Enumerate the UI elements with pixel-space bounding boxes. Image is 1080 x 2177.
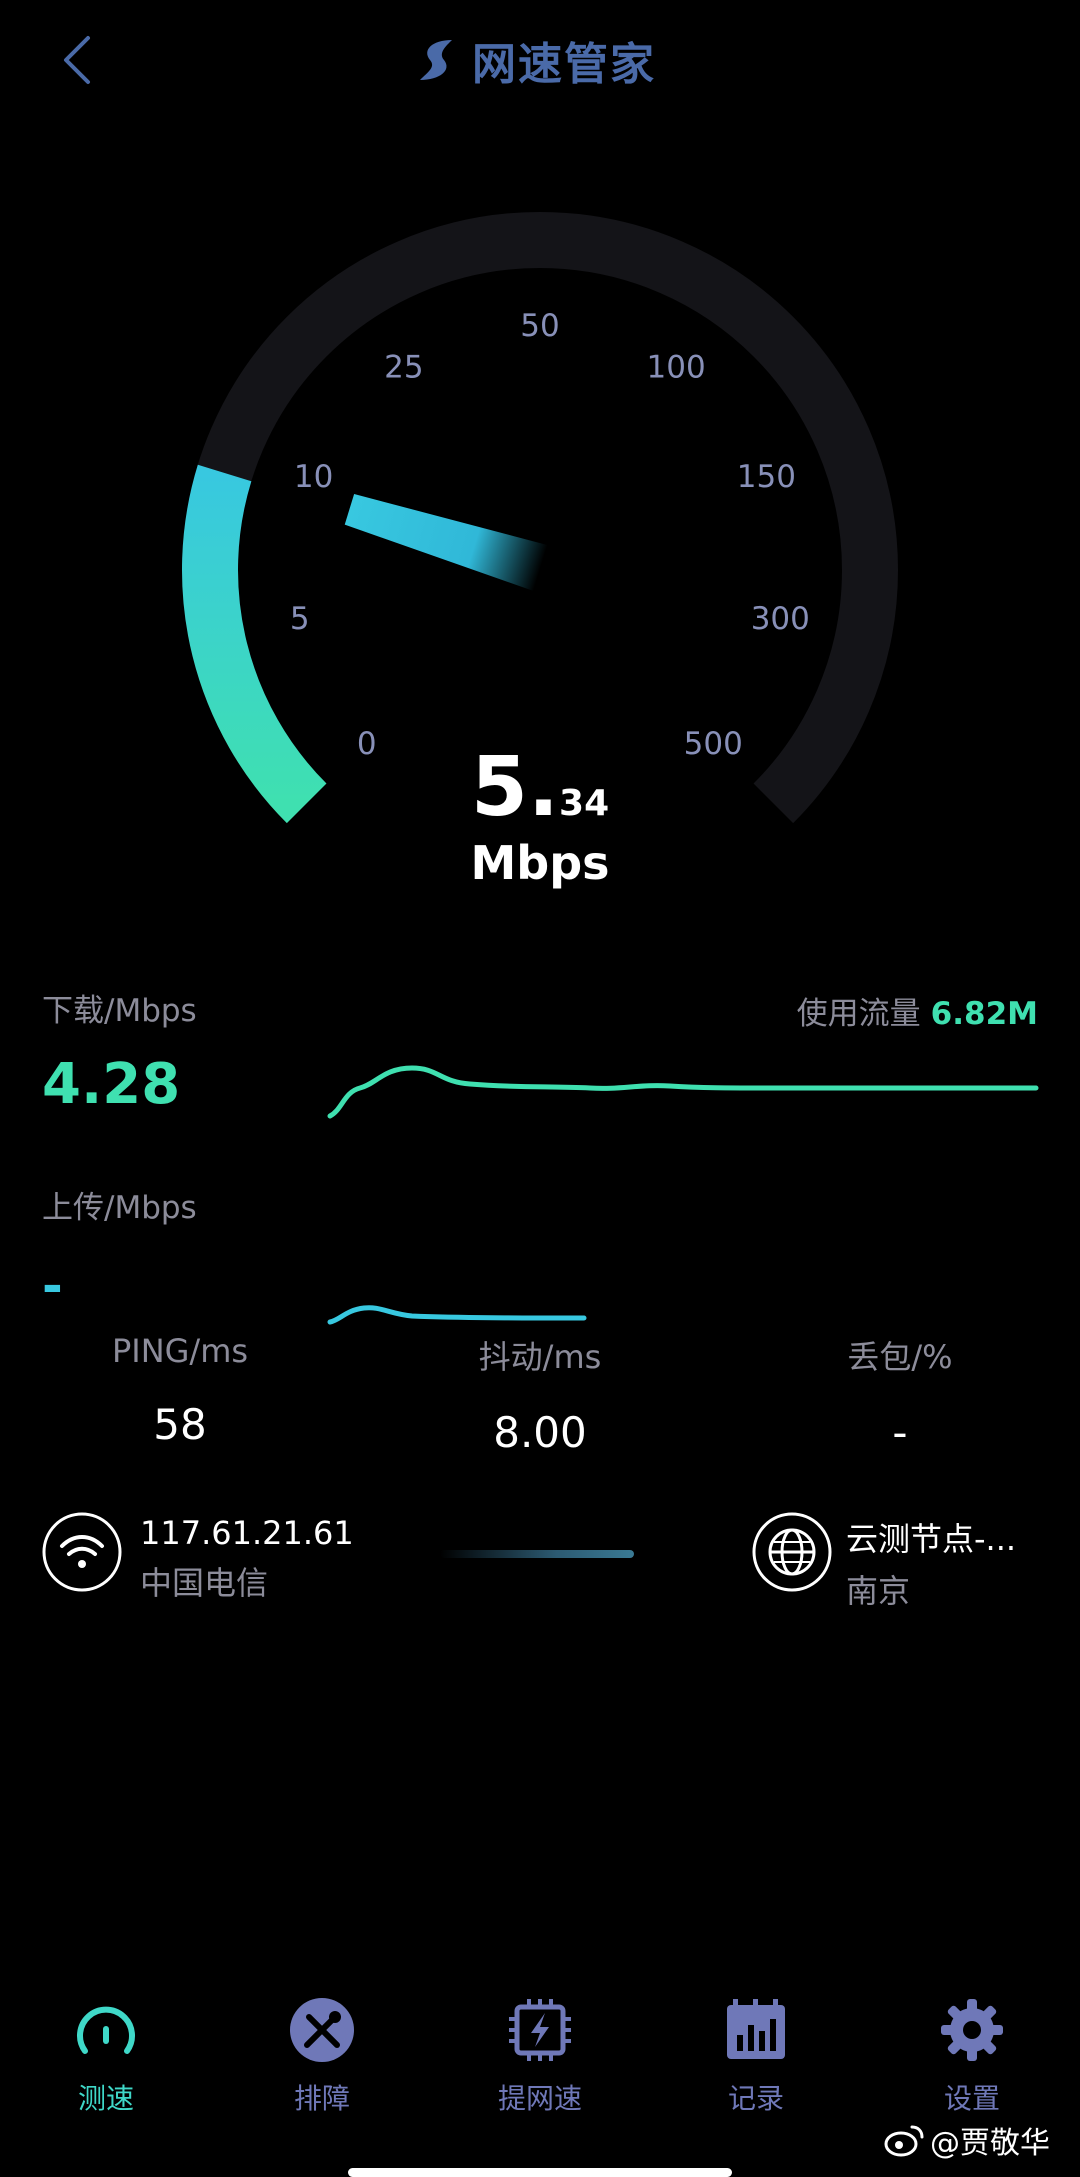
speed-readout: 5.34 [340,740,740,835]
ping-value: 58 [153,1400,207,1449]
tab-label: 设置 [943,2082,1000,2115]
gear-icon [941,1999,1003,2061]
gauge-tick-label: 300 [751,601,810,637]
tab-label: 提网速 [497,2082,582,2115]
usage-label: 使用流量 [796,996,921,1032]
bar-chart-icon [727,1999,785,2059]
page-title: 网速管家 [472,39,656,90]
tab-label: 测速 [77,2082,134,2115]
isp-name: 中国电信 [140,1564,269,1602]
watermark: @贾敬华 [884,2118,1050,2162]
node-name: 云测节点-... [846,1520,1017,1558]
gauge-tick-label: 10 [294,459,333,495]
upload-label: 上传/Mbps [42,1190,197,1226]
tab-speedtest[interactable]: 测速 [6,1995,206,2117]
logo-icon [420,40,452,80]
tab-settings[interactable]: 设置 [872,1995,1072,2117]
tab-boost[interactable]: 提网速 [440,1995,640,2117]
jitter-label: 抖动/ms [478,1338,602,1376]
tab-troubleshoot[interactable]: 排障 [222,1995,422,2117]
packet-loss-value: - [892,1408,908,1457]
gauge-tick-label: 150 [737,459,796,495]
ping-stat: PING/ms 58 [30,1332,330,1449]
watermark-text: @贾敬华 [930,2126,1050,2161]
ping-label: PING/ms [111,1332,249,1370]
gauge-tick-label: 25 [384,349,423,385]
tab-label: 记录 [727,2082,784,2115]
usage-value: 6.82M [930,996,1038,1032]
tab-label: 排障 [293,2082,350,2115]
test-node-info[interactable]: 云测节点-... 南京 [846,1514,1016,1612]
chevron-left-icon [64,36,90,84]
gauge-tick-label: 100 [647,349,706,385]
chip-bolt-icon [509,1999,571,2061]
tools-icon [290,1998,354,2062]
upload-value: - [42,1257,63,1315]
node-city: 南京 [846,1572,911,1610]
connection-line [440,1550,634,1558]
upload-speed-curve [327,1305,587,1325]
speedometer-icon [77,2006,135,2054]
data-usage: 使用流量 6.82M [797,988,1038,1033]
packet-loss-stat: 丢包/% - [750,1332,1050,1457]
ip-address: 117.61.21.61 [140,1514,354,1552]
tab-records[interactable]: 记录 [656,1995,856,2117]
speed-decimal: 34 [559,783,610,824]
speed-unit: Mbps [470,836,610,890]
download-speed-curve [327,1065,1039,1119]
isp-info: 117.61.21.61 中国电信 [140,1514,354,1604]
globe-icon [752,1512,832,1592]
weibo-icon [884,2125,924,2157]
jitter-stat: 抖动/ms 8.00 [390,1332,690,1457]
wifi-icon [42,1512,122,1592]
app-logo: 网速管家 [412,28,656,92]
back-button[interactable] [48,28,112,92]
gauge-fill [182,464,327,824]
packet-loss-label: 丢包/% [847,1338,953,1376]
home-indicator [348,2168,732,2177]
download-label: 下载/Mbps [42,993,197,1029]
jitter-value: 8.00 [493,1408,587,1457]
download-value: 4.28 [42,1052,181,1117]
speed-integer: 5. [470,740,560,835]
gauge-tick-label: 5 [290,601,310,637]
gauge-tick-label: 50 [520,308,559,344]
gauge-needle [344,493,548,592]
